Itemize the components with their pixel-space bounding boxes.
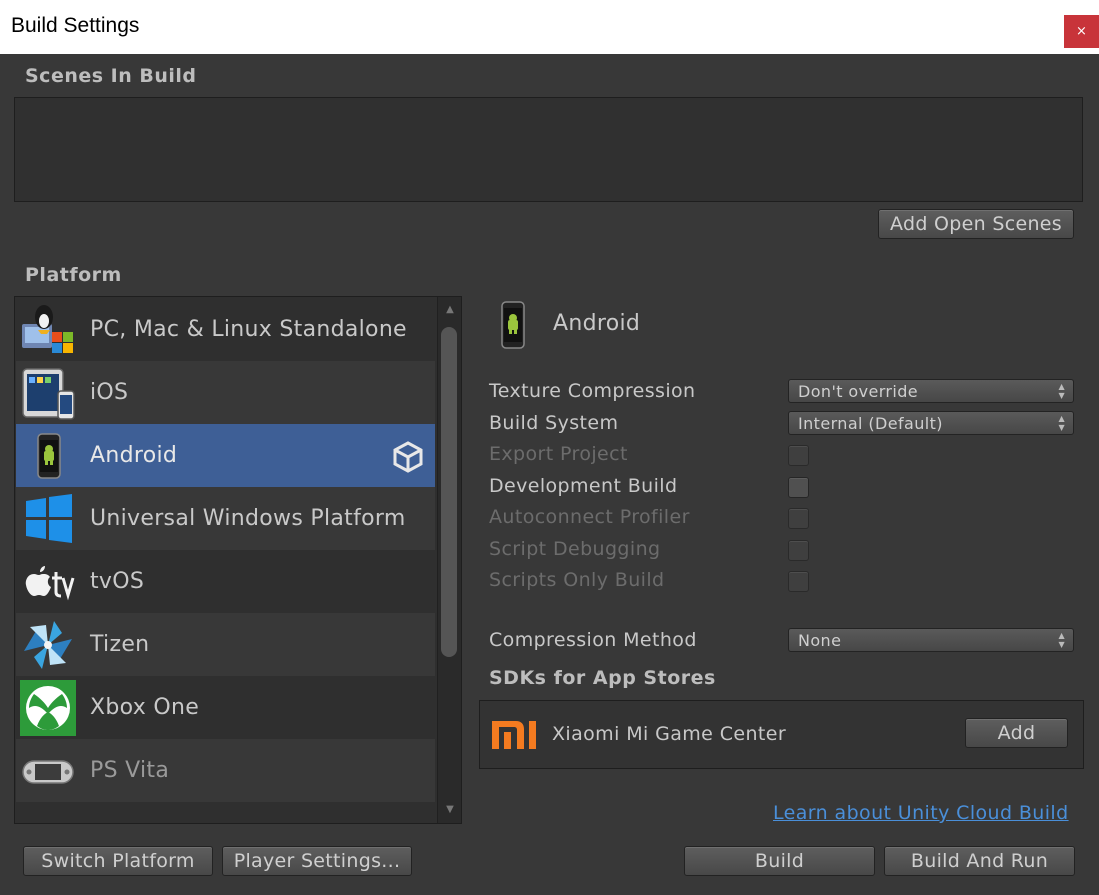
build-system-label: Build System [489,412,619,434]
android-phone-icon [37,433,61,479]
ios-device-icon [22,368,75,420]
compression-method-dropdown[interactable]: None ▲ ▼ [788,628,1074,652]
platform-item-tvos[interactable]: tvOS [16,550,435,613]
texture-compression-dropdown[interactable]: Don't override ▲ ▼ [788,379,1074,403]
autoconnect-profiler-label: Autoconnect Profiler [489,506,690,528]
compression-method-label: Compression Method [489,629,697,651]
platform-item-xbox-one[interactable]: Xbox One [16,676,435,739]
player-settings-button[interactable]: Player Settings... [222,846,412,876]
dropdown-value: None [798,630,842,650]
platform-item-ios[interactable]: iOS [16,361,435,424]
ps-vita-icon [22,760,74,784]
build-and-run-button[interactable]: Build And Run [884,846,1075,876]
scenes-list[interactable] [14,97,1083,202]
add-open-scenes-button[interactable]: Add Open Scenes [878,209,1074,239]
scroll-up-icon[interactable]: ▲ [438,299,462,319]
add-sdk-button[interactable]: Add [965,718,1068,748]
platform-item-label: iOS [90,380,129,405]
dropdown-arrows-icon: ▲ ▼ [1058,631,1065,649]
script-debugging-label: Script Debugging [489,538,661,560]
xiaomi-logo-icon [492,721,536,749]
tizen-logo-icon [24,621,72,669]
dropdown-arrows-icon: ▲ ▼ [1058,382,1065,400]
android-phone-icon [501,301,525,349]
export-project-checkbox[interactable] [788,445,809,466]
dropdown-arrows-icon: ▲ ▼ [1058,414,1065,432]
selected-platform-title: Android [553,311,641,336]
platform-item-tizen[interactable]: Tizen [16,613,435,676]
development-build-checkbox[interactable] [788,477,809,498]
platform-item-standalone[interactable]: PC, Mac & Linux Standalone [16,298,435,361]
platform-item-label: Xbox One [90,695,200,720]
scroll-down-icon[interactable]: ▼ [438,799,462,819]
close-button[interactable]: × [1064,15,1099,48]
scripts-only-build-checkbox[interactable] [788,571,809,592]
texture-compression-label: Texture Compression [489,380,696,402]
platform-item-label: Tizen [90,632,150,657]
sdk-name: Xiaomi Mi Game Center [552,723,787,745]
sdk-item-xiaomi: Xiaomi Mi Game Center Add [479,700,1084,769]
platform-list[interactable]: PC, Mac & Linux Standalone iOS Android U… [14,296,462,824]
sdks-heading: SDKs for App Stores [489,667,716,689]
platform-item-ps-vita[interactable]: PS Vita [16,739,435,802]
windows-logo-icon [26,494,72,543]
scripts-only-build-label: Scripts Only Build [489,569,665,591]
scrollbar-thumb[interactable] [441,327,457,657]
title-bar: Build Settings × [0,0,1099,54]
xbox-logo-icon [20,680,76,736]
switch-platform-button[interactable]: Switch Platform [23,846,213,876]
platform-item-label: Universal Windows Platform [90,506,406,531]
platform-heading: Platform [25,264,122,286]
platform-item-android[interactable]: Android [16,424,435,487]
unity-logo-icon [393,441,423,473]
platform-list-scrollbar[interactable]: ▲ ▼ [437,297,461,823]
development-build-label: Development Build [489,475,678,497]
dropdown-value: Don't override [798,381,919,401]
window-title: Build Settings [11,14,140,37]
build-button[interactable]: Build [684,846,875,876]
autoconnect-profiler-checkbox[interactable] [788,508,809,529]
build-system-dropdown[interactable]: Internal (Default) ▲ ▼ [788,411,1074,435]
unity-cloud-build-link[interactable]: Learn about Unity Cloud Build [773,802,1069,824]
platform-item-label: tvOS [90,569,145,594]
export-project-label: Export Project [489,443,628,465]
platform-item-label: Android [90,443,178,468]
script-debugging-checkbox[interactable] [788,540,809,561]
pc-mac-linux-icon [22,305,73,353]
dropdown-value: Internal (Default) [798,413,943,433]
apple-tv-icon [25,566,75,601]
scenes-heading: Scenes In Build [25,65,197,87]
platform-item-label: PC, Mac & Linux Standalone [90,317,407,342]
platform-item-label: PS Vita [90,758,170,783]
close-icon: × [1076,24,1087,39]
platform-item-uwp[interactable]: Universal Windows Platform [16,487,435,550]
